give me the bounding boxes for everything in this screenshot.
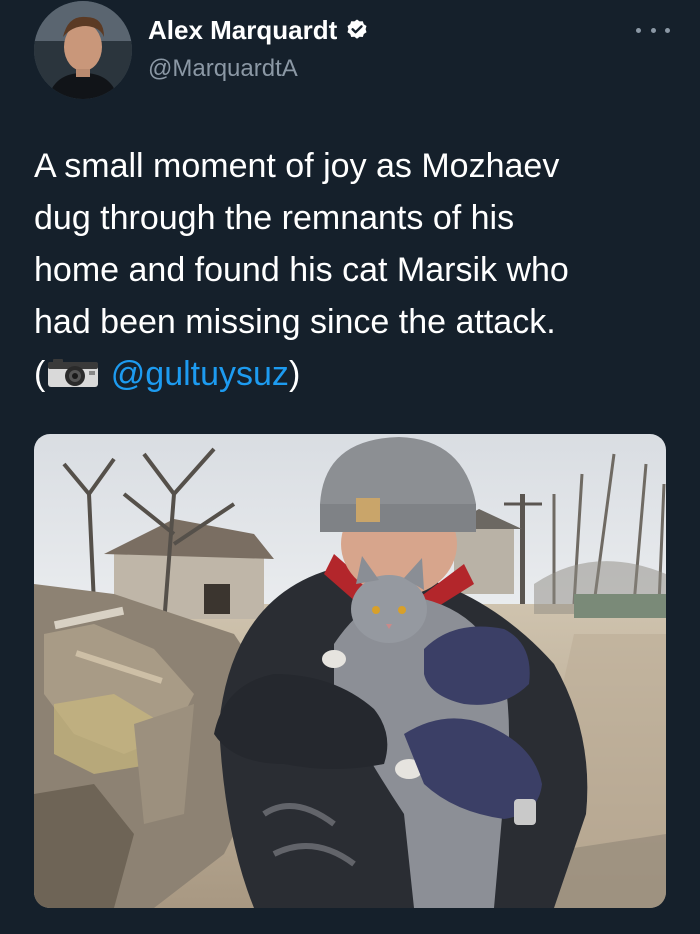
tweet-line: A small moment of joy as Mozhaev (34, 147, 560, 185)
display-name-text: Alex Marquardt (148, 15, 338, 45)
avatar[interactable] (34, 1, 132, 99)
handle[interactable]: @MarquardtA (148, 54, 298, 84)
tweet-text: A small moment of joy as Mozhaev dug thr… (34, 140, 674, 400)
tweet-line: had been missing since the attack. (34, 303, 556, 341)
credit-mention-link[interactable]: @gultuysuz (111, 355, 289, 393)
more-options-icon[interactable] (636, 20, 670, 40)
photo-image (34, 434, 666, 908)
credit-open-paren: ( (34, 355, 46, 393)
tweet-line: home and found his cat Marsik who (34, 251, 569, 289)
tweet-line: dug through the remnants of his (34, 199, 515, 237)
camera-icon (48, 359, 99, 387)
photo-credit: ( @gultuysuz) (34, 348, 674, 400)
tweet-photo[interactable] (34, 434, 666, 908)
verified-icon (347, 19, 367, 39)
credit-close-paren: ) (288, 355, 301, 393)
tweet: Alex Marquardt @MarquardtA A small momen… (0, 0, 700, 934)
display-name[interactable]: Alex Marquardt (148, 14, 369, 46)
avatar-photo (34, 1, 132, 99)
